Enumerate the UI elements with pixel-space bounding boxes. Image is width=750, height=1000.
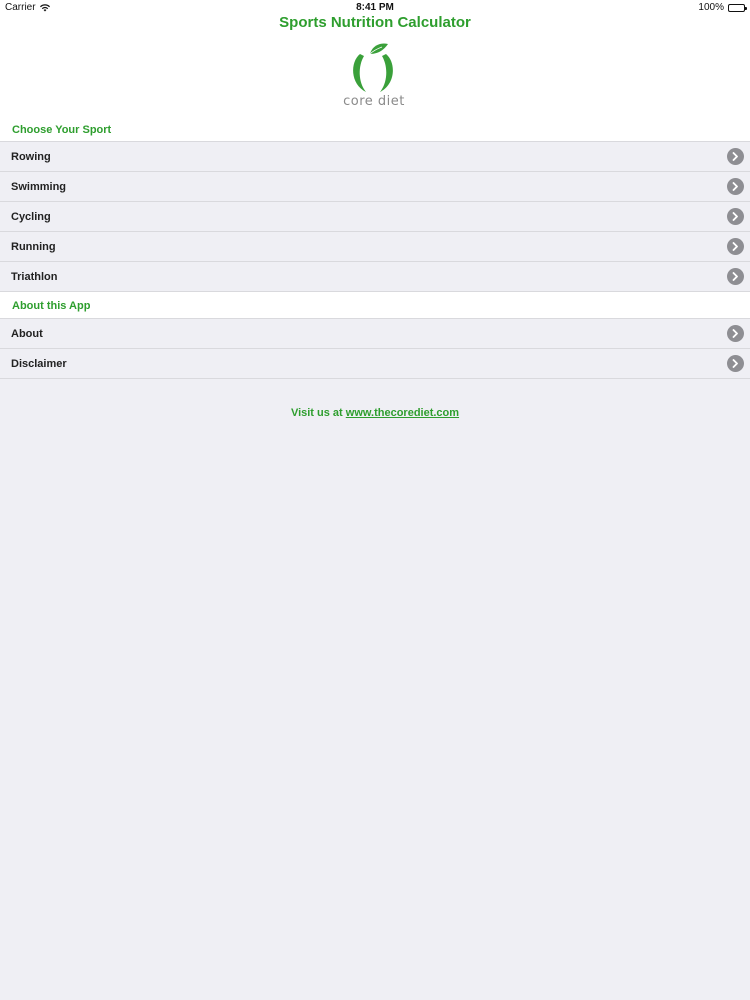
about-item-disclaimer[interactable]: Disclaimer	[0, 349, 750, 379]
page-title: Sports Nutrition Calculator	[279, 14, 471, 31]
row-label: Triathlon	[11, 270, 58, 283]
core-diet-logo: core diet	[336, 40, 412, 112]
chevron-right-icon[interactable]	[727, 238, 744, 255]
chevron-right-icon[interactable]	[727, 355, 744, 372]
chevron-right-icon[interactable]	[727, 268, 744, 285]
website-link[interactable]: www.thecorediet.com	[346, 407, 459, 419]
section-header-about-app: About this App	[0, 292, 750, 319]
row-label: Running	[11, 240, 56, 253]
chevron-right-icon[interactable]	[727, 148, 744, 165]
sport-list: Rowing Swimming Cycling Running Triathlo…	[0, 142, 750, 292]
sport-item-triathlon[interactable]: Triathlon	[0, 262, 750, 292]
row-label: About	[11, 327, 43, 340]
battery-percent: 100%	[698, 2, 724, 13]
chevron-right-icon[interactable]	[727, 208, 744, 225]
battery-icon	[728, 3, 747, 12]
row-label: Disclaimer	[11, 357, 67, 370]
footer: Visit us at www.thecorediet.com	[0, 407, 750, 419]
sport-item-swimming[interactable]: Swimming	[0, 172, 750, 202]
status-right: 100%	[698, 2, 747, 13]
row-label: Rowing	[11, 150, 51, 163]
top-area: Carrier 8:41 PM 100% Sports Nutrition Ca…	[0, 0, 750, 120]
sport-item-running[interactable]: Running	[0, 232, 750, 262]
footer-prefix: Visit us at	[290, 407, 343, 419]
logo-text: core diet	[343, 94, 405, 109]
status-time: 8:41 PM	[356, 2, 394, 13]
sport-item-cycling[interactable]: Cycling	[0, 202, 750, 232]
chevron-right-icon[interactable]	[727, 325, 744, 342]
status-bar: Carrier 8:41 PM 100%	[0, 0, 750, 14]
chevron-right-icon[interactable]	[727, 178, 744, 195]
leaf-icon	[370, 43, 388, 54]
about-list: About Disclaimer	[0, 319, 750, 379]
row-label: Swimming	[11, 180, 67, 193]
row-label: Cycling	[11, 210, 51, 223]
section-header-choose-sport: Choose Your Sport	[0, 120, 750, 142]
about-item-about[interactable]: About	[0, 319, 750, 349]
sport-item-rowing[interactable]: Rowing	[0, 142, 750, 172]
